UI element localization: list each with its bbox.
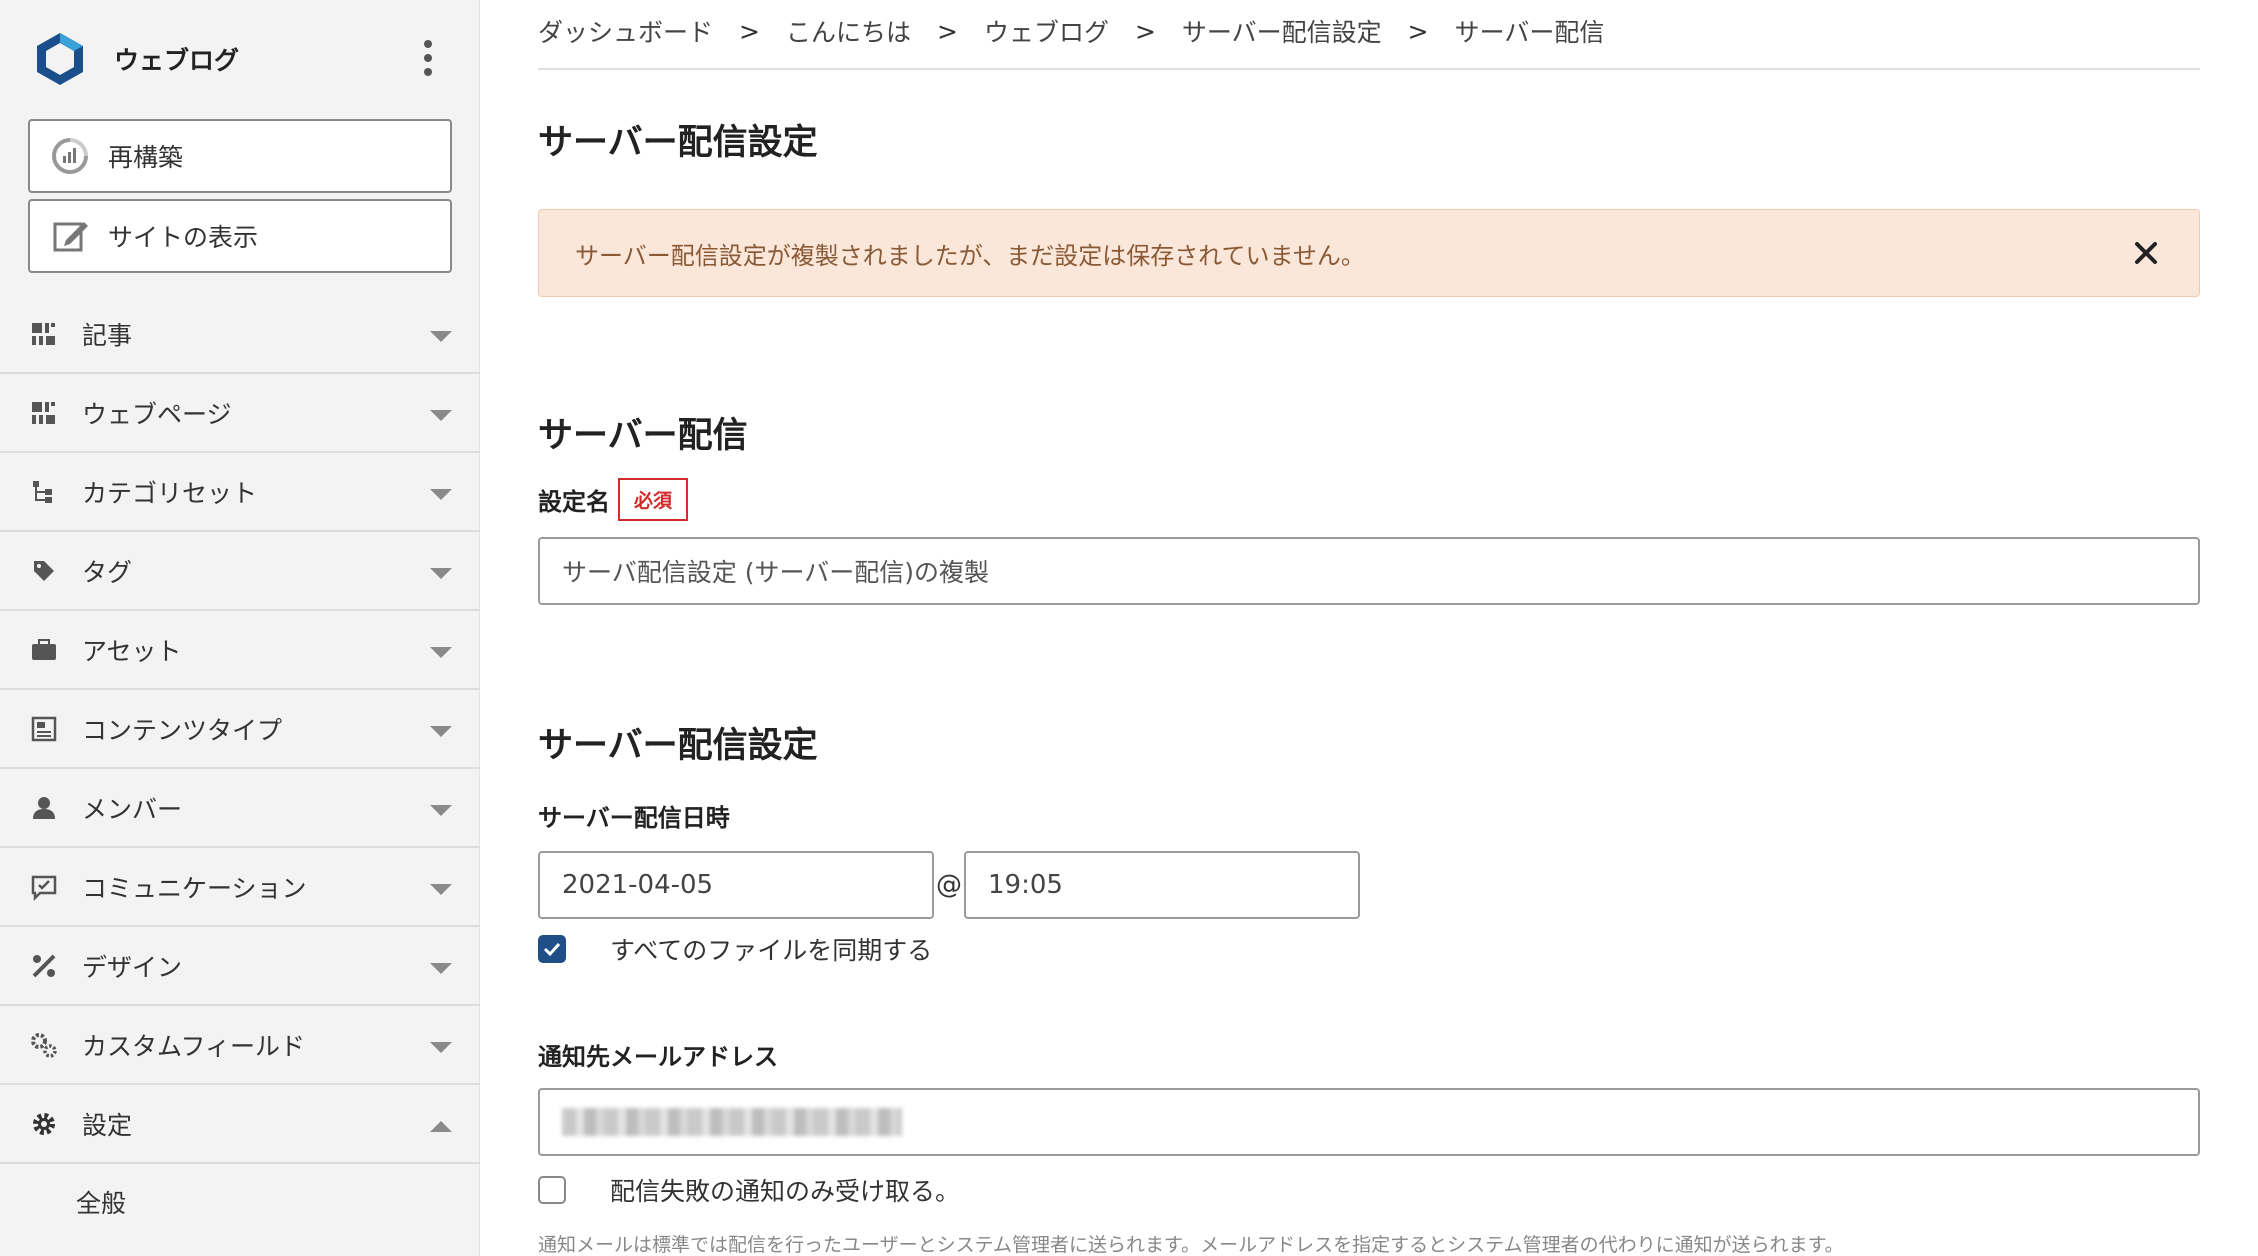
sidebar-item-label: アセット bbox=[82, 636, 182, 666]
sidebar-nav: 記事 ウェブページ カテゴリセット タグ アセット コンテンツタイプ メンバー … bbox=[0, 295, 480, 1240]
sidebar-item-members[interactable]: メンバー bbox=[0, 769, 480, 848]
email-label: 通知先メールアドレス bbox=[538, 1043, 778, 1071]
datetime-label: サーバー配信日時 bbox=[538, 804, 730, 832]
breadcrumb-delivery-settings[interactable]: サーバー配信設定 bbox=[1182, 13, 1382, 49]
sidebar-item-label: 記事 bbox=[82, 320, 133, 350]
movable-type-logo-icon[interactable] bbox=[30, 29, 90, 89]
content-type-icon bbox=[31, 716, 57, 741]
chevron-down-icon bbox=[430, 647, 452, 658]
sidebar-item-label: コミュニケーション bbox=[82, 873, 307, 903]
chevron-down-icon bbox=[430, 568, 452, 579]
rebuild-label: 再構築 bbox=[108, 143, 184, 172]
section-title-settings: サーバー配信設定 bbox=[538, 726, 818, 766]
setting-name-label-text: 設定名 bbox=[538, 488, 610, 516]
sidebar-item-category-sets[interactable]: カテゴリセット bbox=[0, 453, 480, 532]
design-icon bbox=[32, 954, 56, 977]
close-icon[interactable] bbox=[2131, 238, 2161, 268]
chevron-down-icon bbox=[430, 805, 452, 816]
sidebar-item-label: コンテンツタイプ bbox=[82, 715, 283, 745]
alert-text: サーバー配信設定が複製されましたが、まだ設定は保存されていません。 bbox=[575, 241, 1365, 270]
gears-icon bbox=[31, 1032, 57, 1058]
gear-icon bbox=[33, 1112, 55, 1135]
sidebar-item-design[interactable]: デザイン bbox=[0, 927, 480, 1006]
entries-icon bbox=[32, 322, 55, 345]
breadcrumb-hello[interactable]: こんにちは bbox=[786, 13, 911, 49]
category-tree-icon bbox=[33, 480, 52, 503]
rebuild-icon bbox=[52, 138, 88, 174]
tag-icon bbox=[34, 560, 54, 581]
breadcrumb: ダッシュボード > こんにちは > ウェブログ > サーバー配信設定 > サーバ… bbox=[538, 0, 2200, 70]
sidebar-item-custom-fields[interactable]: カスタムフィールド bbox=[0, 1006, 480, 1085]
sidebar-item-content-types[interactable]: コンテンツタイプ bbox=[0, 690, 480, 769]
breadcrumb-current: サーバー配信 bbox=[1454, 18, 1605, 47]
chevron-down-icon bbox=[430, 331, 452, 342]
sidebar-item-label: カスタムフィールド bbox=[82, 1031, 306, 1061]
sidebar-item-tags[interactable]: タグ bbox=[0, 532, 480, 611]
chevron-down-icon bbox=[430, 726, 452, 737]
failure-only-label: 配信失敗の通知のみ受け取る。 bbox=[610, 1177, 961, 1206]
sidebar-item-webpages[interactable]: ウェブページ bbox=[0, 374, 480, 453]
breadcrumb-separator: > bbox=[739, 16, 760, 46]
comment-icon bbox=[31, 875, 57, 901]
sidebar-item-label: メンバー bbox=[82, 794, 183, 824]
brand: ウェブログ bbox=[0, 0, 479, 118]
failure-only-checkbox[interactable] bbox=[538, 1176, 566, 1204]
sidebar-item-label: 設定 bbox=[82, 1110, 133, 1140]
at-symbol: @ bbox=[936, 870, 962, 900]
date-input[interactable] bbox=[538, 851, 934, 919]
time-input[interactable] bbox=[964, 851, 1360, 919]
briefcase-icon bbox=[32, 638, 56, 660]
chevron-down-icon bbox=[430, 884, 452, 895]
checkmark-icon bbox=[543, 942, 561, 957]
email-hint: 通知メールは標準では配信を行ったユーザーとシステム管理者に送られます。メールアド… bbox=[538, 1234, 1844, 1256]
rebuild-button[interactable]: 再構築 bbox=[28, 119, 452, 193]
alert-message: サーバー配信設定が複製されましたが、まだ設定は保存されていません。 bbox=[538, 209, 2200, 297]
sidebar-item-entries[interactable]: 記事 bbox=[0, 295, 480, 374]
breadcrumb-separator: > bbox=[1407, 16, 1429, 46]
kebab-menu-icon[interactable] bbox=[423, 40, 433, 76]
sync-all-checkbox[interactable] bbox=[538, 935, 566, 963]
chevron-down-icon bbox=[430, 489, 452, 500]
site-name[interactable]: ウェブログ bbox=[114, 41, 239, 77]
chevron-up-icon bbox=[430, 1121, 452, 1132]
chevron-down-icon bbox=[430, 410, 452, 421]
view-site-label: サイトの表示 bbox=[108, 223, 259, 252]
sidebar-item-label: カテゴリセット bbox=[82, 478, 258, 508]
sync-all-label: すべてのファイルを同期する bbox=[610, 936, 933, 965]
redacted-email bbox=[562, 1108, 902, 1136]
sync-all-checkbox-row[interactable]: すべてのファイルを同期する bbox=[538, 931, 2200, 967]
sidebar: ウェブログ 再構築 サイトの表示 記事 ウェブページ カテゴリセット タグ アセ… bbox=[0, 0, 480, 1256]
sidebar-subitem-general[interactable]: 全般 bbox=[0, 1164, 480, 1240]
section-title-delivery: サーバー配信 bbox=[538, 416, 748, 456]
sidebar-item-label: ウェブページ bbox=[82, 399, 232, 429]
edit-icon bbox=[53, 222, 88, 252]
required-badge: 必須 bbox=[618, 478, 689, 521]
setting-name-label: 設定名 必須 bbox=[538, 478, 2200, 521]
page-title: サーバー配信設定 bbox=[538, 123, 818, 163]
breadcrumb-separator: > bbox=[936, 16, 958, 46]
datetime-row: @ bbox=[538, 851, 2200, 919]
main-content: ダッシュボード > こんにちは > ウェブログ > サーバー配信設定 > サーバ… bbox=[538, 0, 2200, 1256]
sidebar-item-assets[interactable]: アセット bbox=[0, 611, 480, 690]
sidebar-item-label: デザイン bbox=[82, 952, 183, 982]
breadcrumb-weblog[interactable]: ウェブログ bbox=[984, 13, 1109, 49]
sidebar-item-communication[interactable]: コミュニケーション bbox=[0, 848, 480, 927]
breadcrumb-separator: > bbox=[1134, 16, 1156, 46]
sidebar-item-settings[interactable]: 設定 bbox=[0, 1085, 480, 1164]
failure-only-checkbox-row[interactable]: 配信失敗の通知のみ受け取る。 bbox=[538, 1172, 2200, 1208]
view-site-button[interactable]: サイトの表示 bbox=[28, 199, 452, 273]
user-icon bbox=[33, 796, 55, 819]
breadcrumb-dashboard[interactable]: ダッシュボード bbox=[538, 13, 713, 49]
chevron-down-icon bbox=[430, 963, 452, 974]
webpages-icon bbox=[32, 401, 55, 424]
sidebar-item-label: タグ bbox=[82, 557, 133, 587]
setting-name-input[interactable] bbox=[538, 537, 2200, 605]
email-field-wrapper bbox=[538, 1088, 2200, 1156]
chevron-down-icon bbox=[430, 1042, 452, 1053]
